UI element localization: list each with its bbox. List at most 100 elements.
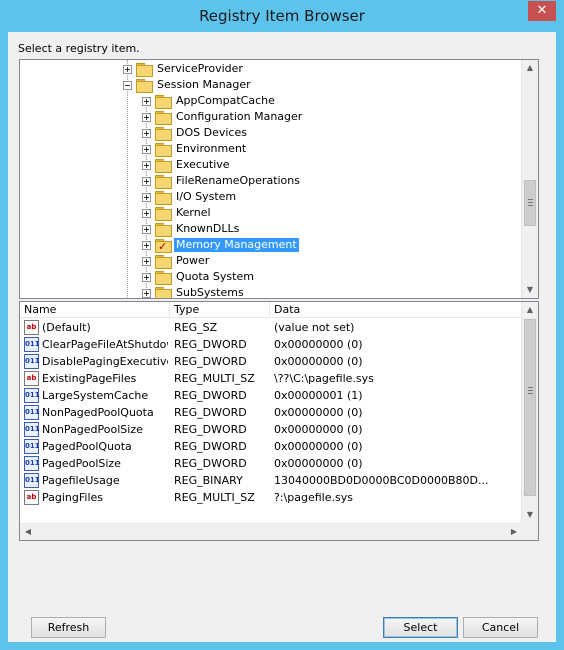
expand-icon[interactable] [142,288,151,298]
binary-value-icon: 011 [24,405,40,420]
tree-item-label: Session Manager [157,78,251,91]
list-item[interactable]: 011 PagedPoolSize REG_DWORD 0x00000000 (0) [20,455,523,472]
tree-item[interactable]: AppCompatCache [142,93,277,109]
value-name: DisablePagingExecutive [42,355,168,368]
expand-icon[interactable] [142,240,151,250]
expand-icon[interactable] [142,160,151,170]
window-title: Registry Item Browser [199,7,365,25]
cancel-button[interactable]: Cancel [463,617,538,638]
folder-icon [155,222,172,237]
value-data: 0x00000000 (0) [274,338,363,351]
tree-item[interactable]: Power [142,253,211,269]
tree-item[interactable]: FileRenameOperations [142,173,302,189]
value-name: (Default) [42,321,91,334]
expand-icon[interactable] [142,176,151,186]
grip-icon [528,390,533,391]
tree-item-label: FileRenameOperations [176,174,300,187]
value-name: PagefileUsage [42,474,120,487]
checkmark-icon: ✓ [158,239,168,253]
tree-item-label: DOS Devices [176,126,247,139]
column-header-type[interactable]: Type [170,302,270,318]
tree-item[interactable]: I/O System [142,189,238,205]
tree-item[interactable]: Environment [142,141,248,157]
tree-item[interactable]: Executive [142,157,232,173]
value-data: 0x00000001 (1) [274,389,363,402]
list-item[interactable]: 011 NonPagedPoolSize REG_DWORD 0x00000000 (… [20,421,523,438]
scroll-down-icon[interactable]: ▼ [522,282,538,298]
value-type: REG_DWORD [174,423,247,436]
list-horizontal-scrollbar[interactable]: ◀ ▶ [20,523,523,540]
expand-icon[interactable] [142,144,151,154]
folder-icon: ✓ [155,238,172,253]
scroll-left-icon[interactable]: ◀ [20,524,36,540]
tree-item-label: Kernel [176,206,211,219]
expand-icon[interactable] [142,256,151,266]
tree-item[interactable]: SubSystems [142,285,246,298]
string-value-icon: ab [24,490,39,505]
select-button[interactable]: Select [383,617,458,638]
expand-icon[interactable] [142,128,151,138]
grip-icon [528,205,533,206]
scroll-up-icon[interactable]: ▲ [522,60,538,76]
folder-icon [155,142,172,157]
expand-icon[interactable] [123,64,132,74]
expand-icon[interactable] [142,192,151,202]
scroll-up-icon[interactable]: ▲ [522,302,538,318]
expand-icon[interactable] [142,272,151,282]
value-type: REG_DWORD [174,406,247,419]
list-item[interactable]: 011 LargeSystemCache REG_DWORD 0x00000001 (… [20,387,523,404]
column-header-name[interactable]: Name [20,302,170,318]
tree-item-label: Environment [176,142,247,155]
binary-value-icon: 011 [24,354,40,369]
expand-icon[interactable] [142,208,151,218]
tree-item-label: Power [176,254,210,267]
list-item[interactable]: ab PagingFiles REG_MULTI_SZ ?:\pagefile.sys [20,489,523,506]
tree-item[interactable]: ServiceProvider [123,61,245,77]
value-type: REG_DWORD [174,440,247,453]
scroll-right-icon[interactable]: ▶ [506,524,522,540]
string-value-icon: ab [24,320,39,335]
binary-value-icon: 011 [24,456,40,471]
tree-item-label: Memory Management [174,238,299,252]
tree-item[interactable]: Quota System [142,269,256,285]
registry-tree-view[interactable]: ServiceProvider Session Manager AppCompatC… [19,59,539,299]
list-item[interactable]: 011ClearPageFileAtShutdown REG_DWORD 0x000… [20,336,523,353]
list-item[interactable]: 011 NonPagedPoolQuota REG_DWORD 0x00000000 … [20,404,523,421]
tree-item-label: Quota System [176,270,254,283]
tree-item[interactable]: ✓ Memory Management [142,237,299,253]
title-bar: Registry Item Browser ✕ [0,0,564,32]
list-item[interactable]: 011 PagedPoolQuota REG_DWORD 0x00000000 (0) [20,438,523,455]
list-vertical-scrollbar[interactable]: ▲ ▼ [521,302,538,523]
expand-icon[interactable] [142,96,151,106]
scrollbar-thumb[interactable] [524,319,536,496]
folder-icon [155,158,172,173]
value-data: 0x00000000 (0) [274,355,363,368]
list-item[interactable]: ab (Default) REG_SZ (value not set) [20,319,523,336]
expand-icon[interactable] [142,224,151,234]
value-name: NonPagedPoolSize [42,423,143,436]
binary-value-icon: 011 [24,422,40,437]
binary-value-icon: 011 [24,473,40,488]
refresh-button[interactable]: Refresh [31,617,106,638]
tree-item[interactable]: Configuration Manager [142,109,304,125]
close-button[interactable]: ✕ [528,1,556,21]
tree-item[interactable]: KnownDLLs [142,221,241,237]
tree-item[interactable]: DOS Devices [142,125,249,141]
expand-icon[interactable] [142,112,151,122]
scroll-down-icon[interactable]: ▼ [522,507,538,523]
column-header-data[interactable]: Data [270,302,523,318]
list-item[interactable]: 011 PagefileUsage REG_BINARY 13040000BD0D00… [20,472,523,489]
tree-item[interactable]: Session Manager [123,77,253,93]
list-item[interactable]: ab ExistingPageFiles REG_MULTI_SZ \??\C:\pa… [20,370,523,387]
tree-item-label: I/O System [176,190,237,203]
tree-item-label: KnownDLLs [176,222,240,235]
registry-values-list[interactable]: Name Type Data ab (Default) REG_SZ (value n… [19,301,539,541]
list-item[interactable]: 011 DisablePagingExecutive REG_DWORD 0x0000… [20,353,523,370]
value-data: 13040000BD0D0000BC0D0000B80D... [274,474,489,487]
tree-item[interactable]: Kernel [142,205,213,221]
tree-vertical-scrollbar[interactable]: ▲ ▼ [521,60,538,298]
binary-value-icon: 011 [24,439,40,454]
collapse-icon[interactable] [123,80,132,90]
folder-icon [155,206,172,221]
scrollbar-thumb[interactable] [524,180,536,226]
